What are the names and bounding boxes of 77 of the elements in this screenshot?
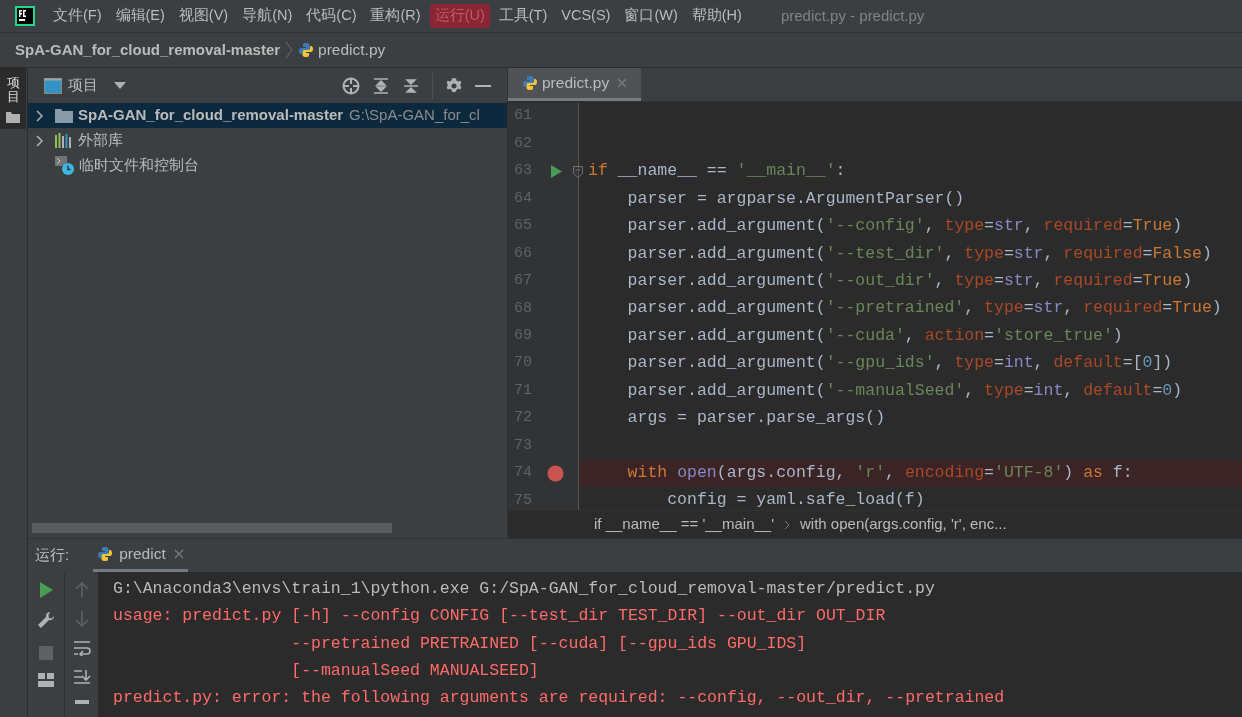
tree-label: 外部库 xyxy=(78,130,123,151)
python-icon xyxy=(97,546,114,562)
code-line: parser.add_argument('--manualSeed', type=int, default=0) xyxy=(626,379,1183,402)
library-icon xyxy=(55,133,73,148)
breadcrumb-item[interactable]: SpA-GAN_for_cloud_removal-master xyxy=(15,38,281,62)
window-title: predict.py - predict.py xyxy=(780,5,925,26)
chevron-icon xyxy=(285,41,294,59)
scroll-to-end-icon[interactable] xyxy=(72,669,91,685)
collapse-all-icon xyxy=(402,76,420,95)
code-line: parser.add_argument('--test_dir', type=str, required=False) xyxy=(626,242,1212,265)
console-line: G:\Anaconda3\envs\train_1\python.exe G:/SpA-GAN_for_cloud_removal-master/predict.py xyxy=(113,578,935,600)
code-line: parser.add_argument('--gpu_ids', type=int, default=[0]) xyxy=(626,352,1173,375)
soft-wrap-icon[interactable] xyxy=(72,640,91,656)
menu-item[interactable]: 视图(V) xyxy=(173,4,234,28)
python-file-icon xyxy=(298,42,315,58)
close-icon xyxy=(173,549,184,559)
menu-item[interactable]: 代码(C) xyxy=(301,4,362,28)
breakpoint-icon[interactable] xyxy=(547,464,564,482)
run-icon[interactable] xyxy=(39,582,53,598)
scrollbar[interactable] xyxy=(32,523,392,533)
scratch-clock-icon xyxy=(55,156,74,175)
locate-icon xyxy=(342,76,360,95)
code-line: args = parser.parse_args() xyxy=(626,407,886,430)
window-icon xyxy=(44,77,62,94)
tree-row[interactable]: 外部库 xyxy=(28,128,507,153)
minimize-button[interactable] xyxy=(475,84,491,87)
menu-item[interactable]: 工具(T) xyxy=(493,4,553,28)
menu-item[interactable]: VCS(S) xyxy=(556,4,616,28)
code-line: parser.add_argument('--pretrained', type=str, required=True) xyxy=(626,297,1222,320)
expand-all-button[interactable] xyxy=(372,76,390,95)
tree-label: 临时文件和控制台 xyxy=(79,155,199,176)
code-breadcrumb[interactable]: if __name__ == '__main__' xyxy=(594,513,775,536)
console-line: predict.py: error: the following arguments are required: --config, --out_dir, --pretrained xyxy=(113,687,1005,710)
console-line: [--manualSeed MANUALSEED] xyxy=(290,659,539,682)
code-line: if __name__ == '__main__': xyxy=(587,160,846,183)
locate-button[interactable] xyxy=(342,76,360,95)
code-breadcrumb[interactable]: with open(args.config, 'r', enc... xyxy=(800,513,1007,536)
project-tool-tab[interactable]: 项目 xyxy=(0,68,26,129)
layout-icon[interactable] xyxy=(38,673,54,687)
menu-item[interactable]: 帮助(H) xyxy=(686,4,747,28)
menu-item[interactable]: 重构(R) xyxy=(365,4,426,28)
breadcrumb-item[interactable]: predict.py xyxy=(298,38,386,62)
tree-row[interactable]: SpA-GAN_for_cloud_removal-master G:\SpA-GAN_for_cl xyxy=(28,103,507,128)
folder-icon xyxy=(55,108,73,123)
python-file-icon xyxy=(522,75,538,91)
collapse-all-button[interactable] xyxy=(402,76,420,95)
menu-item[interactable]: 导航(N) xyxy=(237,4,298,28)
close-icon xyxy=(617,78,628,88)
settings-button[interactable] xyxy=(445,76,463,95)
code-line: with open(args.config, 'r', encoding='UTF-8') as f: xyxy=(626,462,1133,485)
settings-icon xyxy=(445,76,463,95)
menu-item[interactable]: 窗口(W) xyxy=(619,4,683,28)
fold-marker-icon[interactable] xyxy=(573,165,583,178)
expand-all-icon xyxy=(372,76,390,95)
console-line: --pretrained PRETRAINED [--cuda] [--gpu_ids GPU_IDS] xyxy=(290,632,807,655)
menu-item[interactable]: 文件(F) xyxy=(48,4,107,28)
project-view-selector[interactable]: 项目 xyxy=(44,74,126,97)
tree-path: G:\SpA-GAN_for_cl xyxy=(349,105,480,126)
minimize-icon xyxy=(475,84,491,87)
code-line: parser.add_argument('--out_dir', type=str, required=True) xyxy=(626,269,1193,292)
code-line: parser = argparse.ArgumentParser() xyxy=(626,187,965,210)
editor-tab[interactable]: predict.py xyxy=(508,68,642,101)
dropdown-caret-icon xyxy=(114,81,126,90)
run-panel-label: 运行: xyxy=(35,545,70,566)
code-line: parser.add_argument('--config', type=str, required=True) xyxy=(626,215,1183,238)
run-icon[interactable] xyxy=(550,165,562,179)
wrench-icon[interactable] xyxy=(37,611,55,629)
tab-label: 项目 xyxy=(6,76,20,105)
code-line: parser.add_argument('--cuda', action='store_true') xyxy=(626,324,1123,347)
menu-item[interactable]: 编辑(E) xyxy=(110,4,170,28)
app-logo-icon xyxy=(15,6,35,26)
tree-label: SpA-GAN_for_cloud_removal-master xyxy=(78,105,344,126)
tree-row[interactable]: 临时文件和控制台 xyxy=(28,153,507,178)
code-line: config = yaml.safe_load(f) xyxy=(666,489,925,510)
chevron-icon xyxy=(784,519,791,530)
console-line: usage: predict.py [-h] --config CONFIG [--test_dir TEST_DIR] --out_dir OUT_DIR xyxy=(113,605,886,628)
folder-icon xyxy=(6,110,20,123)
